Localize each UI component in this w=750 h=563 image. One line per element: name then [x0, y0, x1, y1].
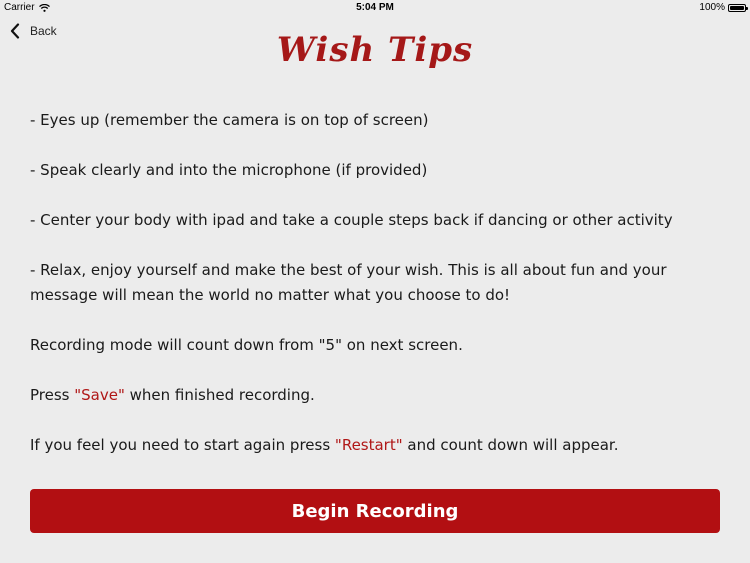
status-time: 5:04 PM — [356, 2, 394, 13]
countdown-note: Recording mode will count down from "5" … — [30, 336, 463, 354]
restart-note-suffix: and count down will appear. — [402, 436, 619, 454]
status-bar: Carrier 5:04 PM 100% — [0, 0, 750, 16]
begin-recording-button[interactable]: Begin Recording — [30, 489, 720, 533]
battery-icon — [728, 3, 748, 12]
restart-note: If you feel you need to start again pres… — [30, 433, 720, 458]
restart-note-prefix: If you feel you need to start again pres… — [30, 436, 335, 454]
restart-keyword: "Restart" — [334, 436, 403, 454]
tip-relax: - Relax, enjoy yourself and make the bes… — [30, 261, 667, 304]
battery-percent: 100% — [699, 2, 725, 13]
tips-list: - Eyes up (remember the camera is on top… — [30, 108, 720, 483]
tip-center-body: - Center your body with ipad and take a … — [30, 211, 673, 229]
status-battery: 100% — [699, 2, 748, 13]
save-keyword: "Save" — [74, 386, 125, 404]
save-note-prefix: Press — [30, 386, 75, 404]
save-note: Press "Save" when finished recording. — [30, 383, 720, 408]
tip-eyes-up: - Eyes up (remember the camera is on top… — [30, 111, 429, 129]
tip-speak-clearly: - Speak clearly and into the microphone … — [30, 161, 428, 179]
save-note-suffix: when finished recording. — [124, 386, 315, 404]
page-title: Wish Tips — [276, 30, 474, 70]
begin-recording-label: Begin Recording — [291, 500, 459, 522]
